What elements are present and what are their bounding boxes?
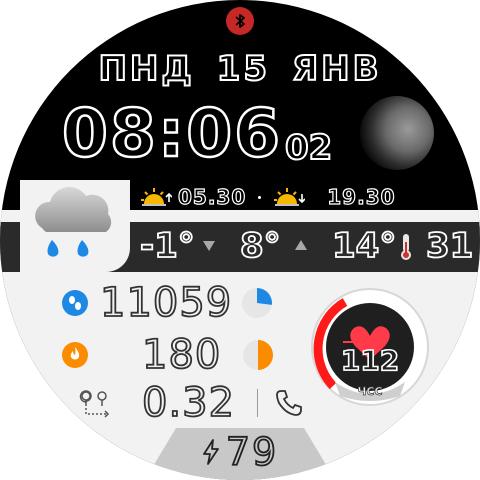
calories-value: 180 <box>141 331 222 379</box>
calories-progress-wedge <box>258 340 274 370</box>
day-number: 15 <box>216 48 270 90</box>
moon-phase-icon[interactable] <box>360 96 434 170</box>
max-temp-arrow-icon <box>295 240 307 250</box>
distance-icon <box>79 390 110 418</box>
steps-progress-ring <box>242 288 273 318</box>
time-hours-minutes: 08:06 <box>61 94 283 174</box>
date-row: ПНД 15 ЯНВ <box>80 44 400 94</box>
calories-row[interactable]: 180 <box>62 331 275 379</box>
watch-face: ПНД 15 ЯНВ 08:06 02 05.30 19.30 -1° 8° 1… <box>0 0 480 480</box>
heart-rate-gauge[interactable]: 112 ЧСС <box>305 282 435 412</box>
steps-progress-wedge <box>257 288 273 305</box>
month: ЯНВ <box>291 48 382 90</box>
weather-icon-area[interactable] <box>20 180 130 272</box>
day-of-week: ПНД <box>97 48 195 90</box>
current-temp: -1° <box>139 225 196 267</box>
sun-times: 05.30 19.30 <box>140 182 396 212</box>
humidity-value: 31 <box>425 225 474 267</box>
max-temp: 14° <box>331 225 397 267</box>
min-temp-arrow-icon <box>203 241 215 251</box>
sunrise-icon <box>141 188 172 206</box>
heart-rate-label: ЧСС <box>357 385 382 398</box>
battery-indicator[interactable]: 79 <box>180 429 300 475</box>
flame-icon <box>62 342 88 368</box>
battery-value: 79 <box>225 429 279 475</box>
steps-icon <box>62 290 88 316</box>
bluetooth-icon <box>235 14 245 28</box>
sunrise-time: 05.30 <box>177 184 247 209</box>
lightning-icon <box>202 439 219 465</box>
sun-separator <box>258 195 262 199</box>
distance-row[interactable]: 0.32 <box>78 379 304 427</box>
phone-icon[interactable] <box>274 388 304 418</box>
calories-progress-ring <box>243 340 274 370</box>
distance-divider <box>257 389 259 417</box>
min-temp: 8° <box>239 225 281 267</box>
cloud-rain-icon <box>35 187 112 257</box>
sunset-time: 19.30 <box>327 184 396 209</box>
time-seconds: 02 <box>284 127 333 169</box>
sunset-icon <box>274 188 306 206</box>
steps-value: 11059 <box>99 279 233 327</box>
thermometer-icon <box>401 234 411 260</box>
heart-rate-value: 112 <box>341 344 399 377</box>
distance-value: 0.32 <box>141 379 236 427</box>
steps-row[interactable]: 11059 <box>62 279 274 327</box>
bluetooth-status[interactable] <box>226 7 254 35</box>
